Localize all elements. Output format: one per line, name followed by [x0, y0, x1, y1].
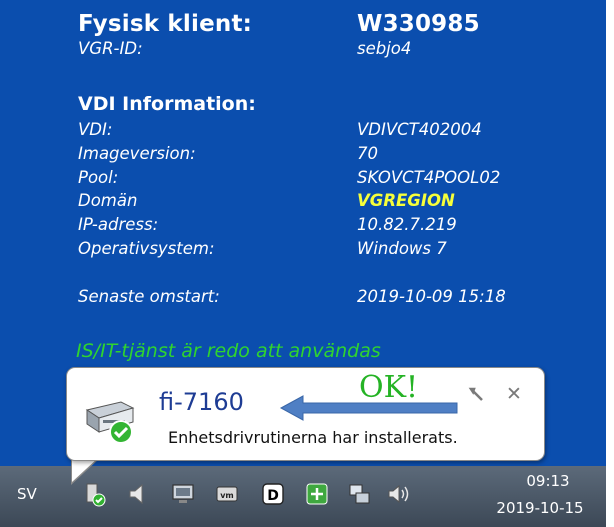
pool-value: SKOVCT4POOL02	[357, 168, 501, 187]
wrench-icon[interactable]	[468, 386, 488, 406]
network-icon[interactable]	[170, 481, 196, 507]
vdi-label: VDI:	[78, 120, 113, 139]
imageversion-value: 70	[357, 144, 378, 163]
svg-text:vm: vm	[220, 491, 234, 500]
domain-value: VGREGION	[357, 191, 455, 210]
speaker-icon[interactable]	[126, 481, 152, 507]
close-icon[interactable]: ✕	[506, 383, 522, 405]
domain-label: Domän	[78, 191, 138, 210]
status-text: IS/IT-tjänst är redo att användas	[76, 340, 381, 362]
volume-icon[interactable]	[385, 481, 411, 507]
svg-text:D: D	[267, 488, 279, 504]
screen-edge	[606, 0, 614, 527]
imageversion-label: Imageversion:	[78, 144, 196, 163]
ip-value: 10.82.7.219	[357, 215, 457, 234]
pool-label: Pool:	[78, 168, 119, 187]
ip-label: IP-adress:	[78, 215, 159, 234]
restart-label: Senaste omstart:	[78, 287, 220, 306]
printer-icon[interactable]	[346, 481, 372, 507]
vdi-value: VDIVCT402004	[357, 120, 482, 139]
client-value: W330985	[357, 11, 480, 37]
balloon-tail	[72, 458, 98, 482]
id-icon[interactable]: D	[260, 481, 286, 507]
vdi-info-title: VDI Information:	[78, 93, 256, 115]
language-indicator[interactable]: SV	[17, 485, 37, 503]
device-name: fi-7160	[159, 388, 244, 416]
clock-time[interactable]: 09:13	[498, 472, 598, 490]
notification-message: Enhetsdrivrutinerna har installerats.	[168, 428, 458, 447]
shield-icon[interactable]	[304, 481, 330, 507]
vgr-id-label: VGR-ID:	[78, 39, 143, 58]
scanner-device-icon	[85, 401, 135, 444]
vm-icon[interactable]: vm	[214, 481, 240, 507]
notification-balloon[interactable]: fi-7160 Enhetsdrivrutinerna har installe…	[66, 367, 545, 461]
clock-date[interactable]: 2019-10-15	[480, 499, 600, 517]
os-value: Windows 7	[357, 239, 447, 258]
vgr-id-value: sebjo4	[357, 39, 412, 58]
os-label: Operativsystem:	[78, 239, 215, 258]
client-label: Fysisk klient:	[78, 11, 253, 37]
blue-arrow	[279, 395, 458, 421]
restart-value: 2019-10-09 15:18	[357, 287, 506, 306]
